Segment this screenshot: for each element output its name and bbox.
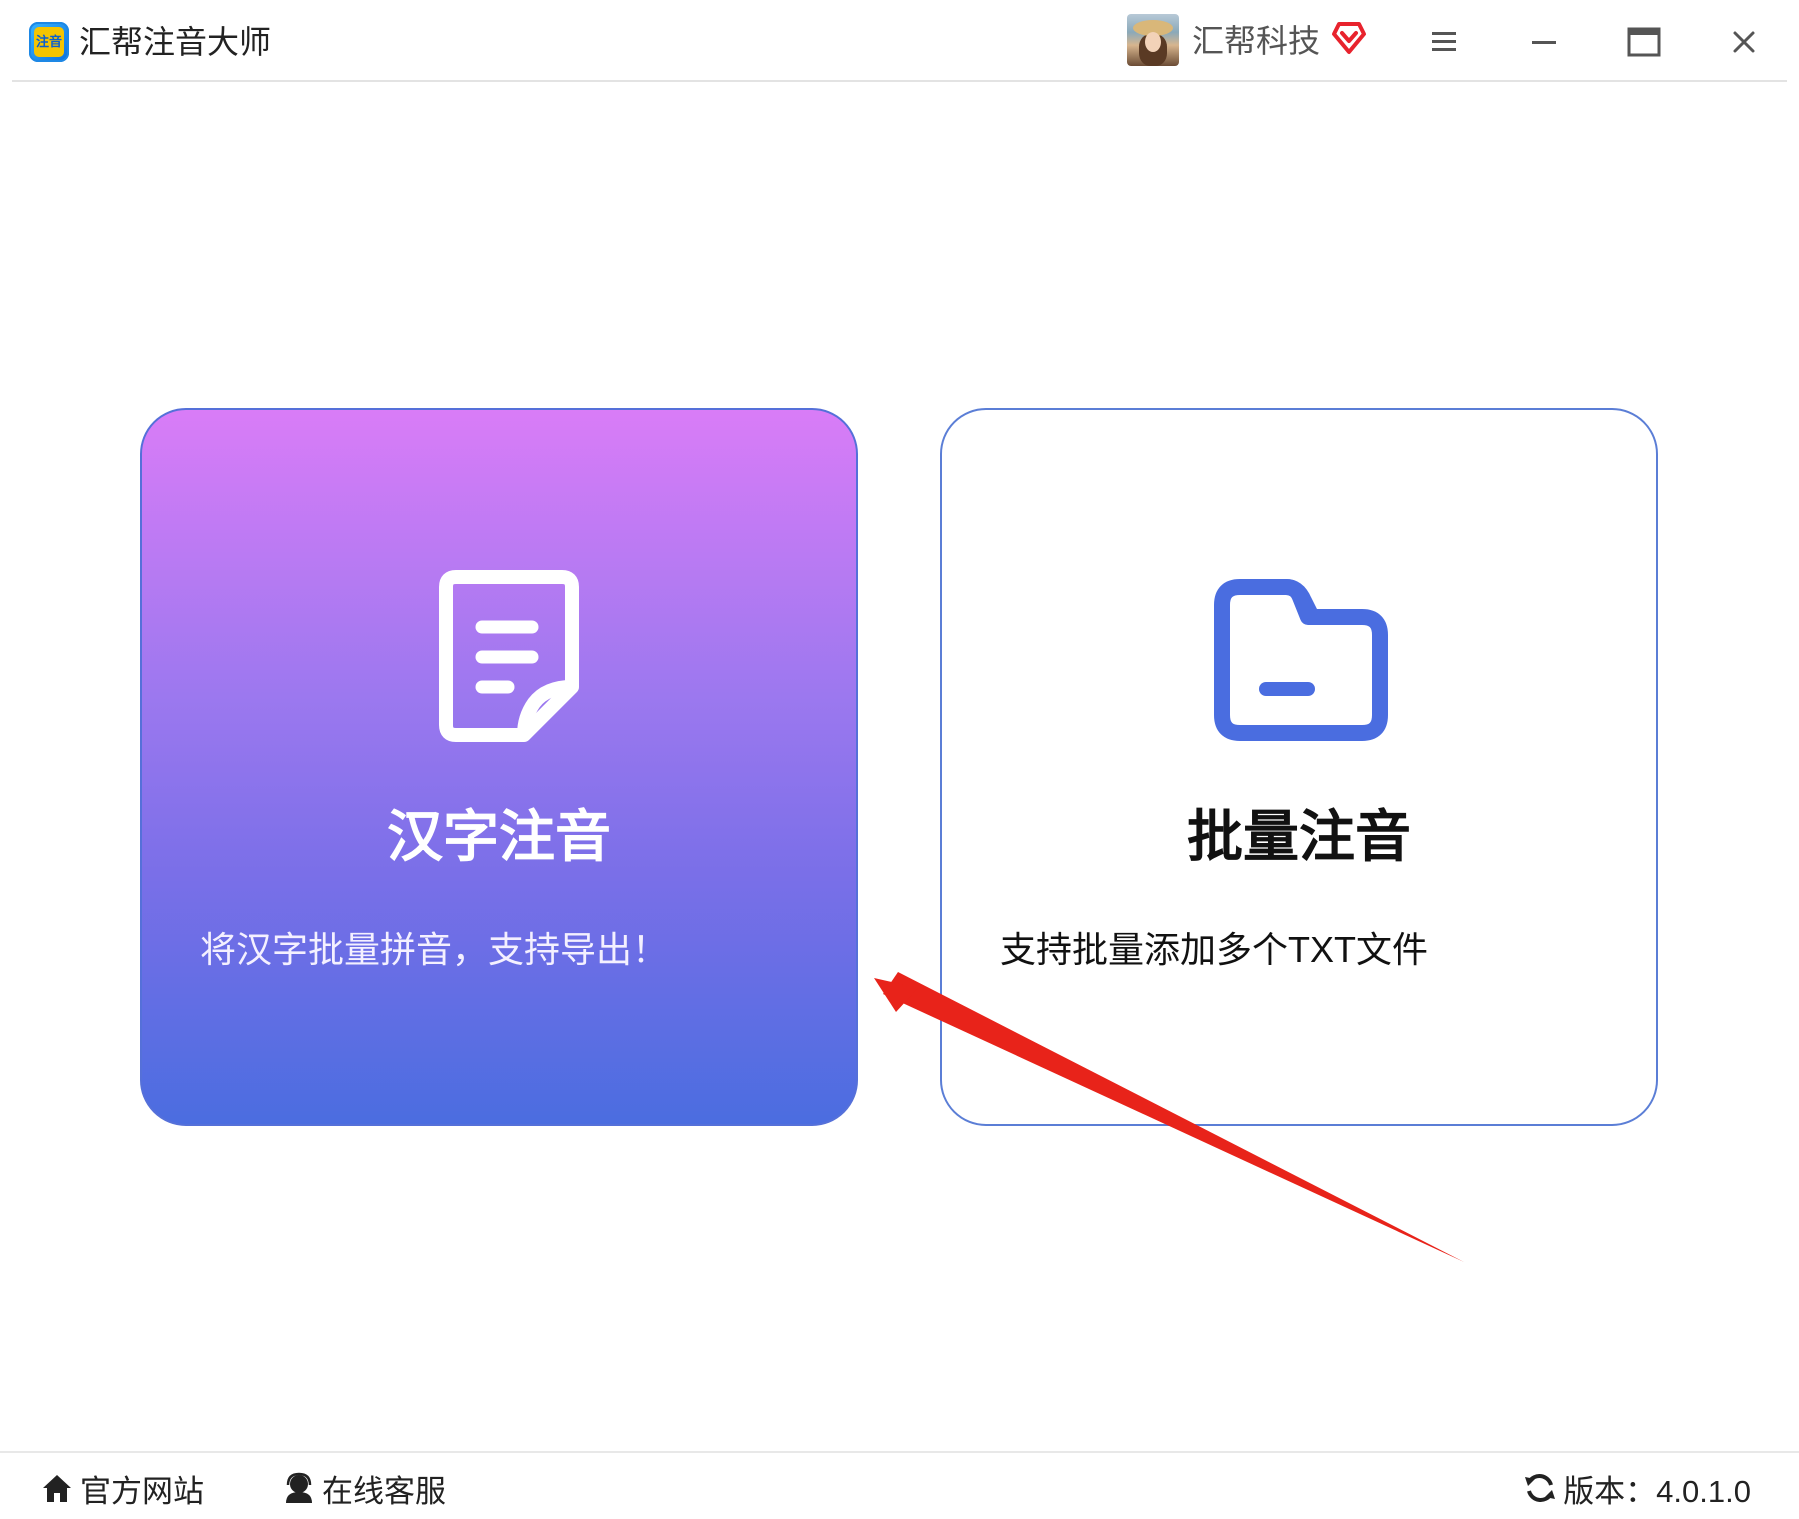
card-title: 汉字注音 — [387, 805, 611, 868]
maximize-icon[interactable] — [1622, 20, 1666, 64]
card-description: 将汉字批量拼音，支持导出！ — [200, 929, 669, 970]
title-divider — [12, 80, 1787, 82]
title-bar: 注音 汇帮注音大师 汇帮科技 — [0, 0, 1799, 82]
app-logo-text: 注音 — [34, 27, 64, 57]
refresh-icon[interactable] — [1523, 1471, 1557, 1505]
card-title: 批量注音 — [1187, 805, 1411, 868]
document-icon — [439, 570, 579, 742]
user-avatar[interactable] — [1127, 14, 1179, 66]
version-info: 版本：4.0.1.0 — [1523, 1466, 1751, 1510]
hanzi-annotate-card[interactable]: 汉字注音 将汉字批量拼音，支持导出！ — [140, 408, 858, 1126]
online-service-link[interactable]: 在线客服 — [282, 1466, 446, 1510]
online-service-label: 在线客服 — [322, 1473, 446, 1509]
close-icon[interactable] — [1722, 20, 1766, 64]
home-icon — [43, 1475, 71, 1502]
menu-icon[interactable] — [1422, 20, 1466, 64]
vip-diamond-icon[interactable] — [1330, 18, 1368, 56]
official-website-label: 官方网站 — [80, 1473, 204, 1509]
app-logo-icon: 注音 — [29, 22, 69, 62]
card-description: 支持批量添加多个TXT文件 — [1000, 929, 1428, 970]
folder-icon — [1214, 579, 1388, 741]
user-name[interactable]: 汇帮科技 — [1192, 20, 1320, 62]
batch-annotate-card[interactable]: 批量注音 支持批量添加多个TXT文件 — [940, 408, 1658, 1126]
customer-service-icon — [286, 1472, 312, 1503]
official-website-link[interactable]: 官方网站 — [40, 1466, 204, 1510]
footer-divider — [0, 1451, 1799, 1453]
minimize-icon[interactable] — [1522, 20, 1566, 64]
app-title: 汇帮注音大师 — [79, 24, 272, 60]
version-label: 版本：4.0.1.0 — [1563, 1473, 1751, 1509]
